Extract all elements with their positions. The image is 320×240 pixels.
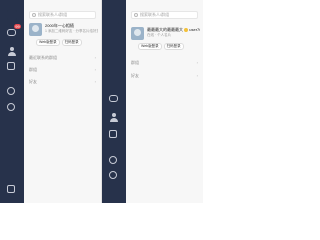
menu-icon[interactable] (7, 185, 15, 193)
chat-icon[interactable] (7, 29, 16, 36)
contacts-icon[interactable] (109, 113, 119, 123)
profile-avatar (131, 27, 144, 40)
settings-icon[interactable] (7, 87, 15, 95)
apps-icon[interactable] (7, 62, 15, 70)
profile-name: 最最最大的最最最大 (147, 27, 183, 32)
left-rail: 99 (0, 0, 24, 203)
search-input[interactable]: 搜索联系人/群组 (131, 11, 198, 19)
left-screen: 99 搜索联系人/群组 2000年一心相随 1 添加二维码好友 · 分享名片给好… (0, 0, 101, 203)
scan-login-button[interactable]: 扫码登录 (61, 39, 82, 46)
chevron-right-icon: › (94, 79, 96, 84)
user-avatar[interactable] (109, 14, 119, 24)
web-login-button[interactable]: Web版登录 (36, 39, 60, 46)
right-rail (102, 0, 126, 203)
right-panel: 搜索联系人/群组 最最最大的最最最大 user760 在线 · 个人名片 Web… (126, 0, 203, 203)
section-recent[interactable]: 最近联系的群组 › (29, 55, 96, 61)
right-screen: 搜索联系人/群组 最最最大的最最最大 user760 在线 · 个人名片 Web… (102, 0, 203, 203)
section-friends[interactable]: 好友 › (29, 79, 96, 85)
chevron-right-icon: › (94, 67, 96, 72)
profile-card[interactable]: 最最最大的最最最大 user760 在线 · 个人名片 (131, 27, 200, 40)
section-label: 好友 (131, 73, 139, 78)
left-panel: 搜索联系人/群组 2000年一心相随 1 添加二维码好友 · 分享名片给好友 W… (24, 0, 101, 203)
more-icon[interactable] (7, 103, 15, 111)
profile-avatar (29, 23, 42, 36)
search-placeholder: 搜索联系人/群组 (140, 12, 170, 17)
search-placeholder: 搜索联系人/群组 (38, 12, 68, 17)
chevron-right-icon: › (196, 73, 198, 78)
chevron-right-icon: › (196, 60, 198, 65)
profile-status: 在线 · 个人名片 (147, 33, 172, 37)
more-icon[interactable] (109, 171, 117, 179)
search-input[interactable]: 搜索联系人/群组 (29, 11, 96, 19)
section-label: 群组 (131, 60, 139, 65)
section-groups[interactable]: 群组 › (131, 60, 198, 66)
unread-badge: 99 (14, 24, 21, 29)
contacts-icon[interactable] (7, 47, 17, 57)
profile-tag: user760 (189, 27, 200, 32)
profile-card[interactable]: 2000年一心相随 1 添加二维码好友 · 分享名片给好友 (29, 23, 98, 36)
section-friends[interactable]: 好友 › (131, 73, 198, 79)
chevron-right-icon: › (94, 55, 96, 60)
smile-icon (184, 27, 189, 32)
section-label: 群组 (29, 67, 37, 72)
web-login-button[interactable]: Web版登录 (138, 43, 162, 50)
apps-icon[interactable] (109, 130, 117, 138)
settings-icon[interactable] (109, 156, 117, 164)
user-avatar[interactable] (7, 10, 17, 20)
profile-status: 1 添加二维码好友 · 分享名片给好友 (45, 29, 98, 33)
section-groups[interactable]: 群组 › (29, 67, 96, 73)
section-label: 最近联系的群组 (29, 55, 57, 60)
chat-icon[interactable] (109, 95, 118, 102)
search-icon (134, 13, 138, 17)
scan-login-button[interactable]: 扫码登录 (163, 43, 184, 50)
section-label: 好友 (29, 79, 37, 84)
search-icon (32, 13, 36, 17)
